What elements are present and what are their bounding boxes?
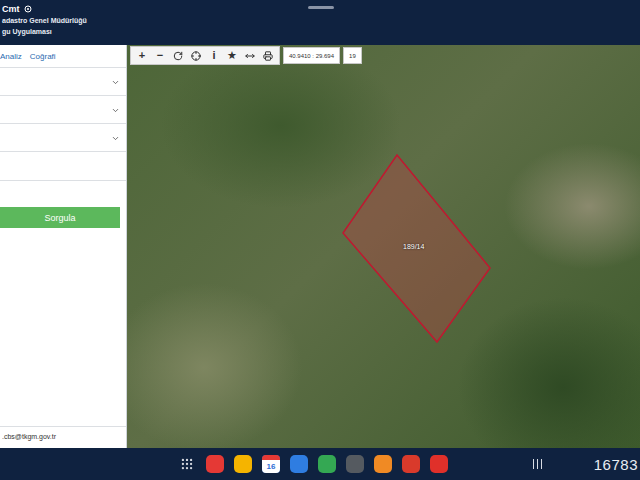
screen: Cmtadastro Genel Müdürlüğügu UygulamasıA… <box>0 0 640 480</box>
map[interactable]: 189/14 +− i★ 40.9410 : 29.69419 <box>127 45 640 448</box>
tool-button[interactable] <box>169 47 187 64</box>
chevron-down-icon <box>111 106 120 115</box>
coordinates: 40.9410 : 29.694 <box>283 47 340 64</box>
app-drawer[interactable] <box>178 455 196 473</box>
select-field[interactable] <box>0 98 126 124</box>
app-icon[interactable] <box>234 455 252 473</box>
app-icon[interactable] <box>430 455 448 473</box>
print-icon <box>263 51 273 61</box>
app-icon[interactable] <box>318 455 336 473</box>
sidebar: Analiz Coğrafi Sorgula .cbs@tkgm.gov.tr <box>0 45 127 448</box>
tool-button[interactable]: ★ <box>223 47 241 64</box>
tab-bar: Analiz Coğrafi <box>0 45 126 68</box>
recents-button[interactable] <box>533 459 542 469</box>
tool-button[interactable]: − <box>151 47 169 64</box>
tool-button[interactable] <box>259 47 277 64</box>
text-field[interactable] <box>0 156 126 181</box>
locate-icon <box>191 51 201 61</box>
day-label: Cmt <box>2 3 20 15</box>
status-row: Cmt <box>2 3 640 15</box>
parcel-label: 189/14 <box>403 243 424 250</box>
select-field[interactable] <box>0 70 126 96</box>
header-line: gu Uygulaması <box>2 26 640 37</box>
app-row: 16 <box>178 455 448 473</box>
app-icon[interactable] <box>402 455 420 473</box>
app-icon[interactable]: 16 <box>262 455 280 473</box>
map-toolbar: +− i★ 40.9410 : 29.69419 <box>130 46 362 65</box>
select-field[interactable] <box>0 126 126 152</box>
tool-button[interactable]: + <box>133 47 151 64</box>
zoom-level: 19 <box>343 47 362 64</box>
measure-icon <box>245 51 255 61</box>
tab[interactable]: Analiz <box>0 51 22 62</box>
app-header: Cmtadastro Genel Müdürlüğügu Uygulaması <box>0 0 640 45</box>
status-icon <box>24 5 32 13</box>
counter: 16783 <box>594 456 638 473</box>
tool-group: +− i★ <box>130 46 280 65</box>
tab[interactable]: Coğrafi <box>30 51 56 62</box>
grid-icon <box>180 457 194 471</box>
main: Analiz Coğrafi Sorgula .cbs@tkgm.gov.tr 189/… <box>0 45 640 448</box>
chevron-down-icon <box>111 78 120 87</box>
header-line: adastro Genel Müdürlüğü <box>2 15 640 26</box>
tool-button[interactable] <box>187 47 205 64</box>
taskbar: 16 16783 <box>0 448 640 480</box>
app-icon[interactable] <box>346 455 364 473</box>
chevron-down-icon <box>111 134 120 143</box>
tool-button[interactable]: i <box>205 47 223 64</box>
refresh-icon <box>173 51 183 61</box>
parcel-polygon[interactable] <box>127 45 640 448</box>
tool-button[interactable] <box>241 47 259 64</box>
calendar-day: 16 <box>262 460 280 473</box>
app-icon[interactable] <box>374 455 392 473</box>
drag-handle[interactable] <box>308 6 334 9</box>
app-icon[interactable] <box>206 455 224 473</box>
query-button[interactable]: Sorgula <box>0 207 120 228</box>
contact-email: .cbs@tkgm.gov.tr <box>0 426 126 448</box>
app-icon[interactable] <box>290 455 308 473</box>
